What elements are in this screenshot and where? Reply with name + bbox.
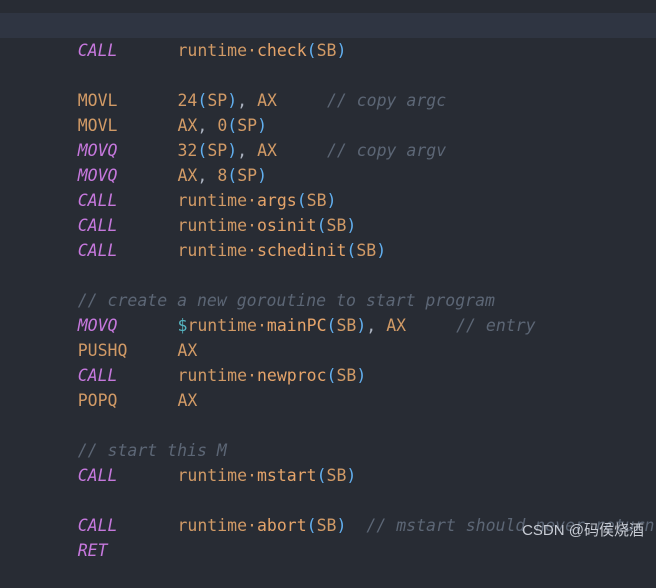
code-line[interactable]: MOVQ 32(SP), AX// copy argv: [0, 113, 656, 160]
code-line-blank[interactable]: [0, 463, 656, 488]
code-editor[interactable]: CALL runtime·check(SB) MOVL 24(SP), AX// co…: [0, 0, 656, 560]
code-line[interactable]: CALL runtime·args(SB): [0, 163, 656, 210]
code-line[interactable]: PUSHQ AX: [0, 313, 656, 360]
mnemonic-ret: RET: [77, 541, 108, 560]
code-line[interactable]: CALL runtime·abort(SB)// mstart should ne…: [0, 488, 656, 535]
code-line[interactable]: CALL runtime·mstart(SB): [0, 438, 656, 485]
code-line[interactable]: // create a new goroutine to start progr…: [0, 263, 656, 310]
code-line[interactable]: MOVL 24(SP), AX// copy argc: [0, 63, 656, 110]
csdn-watermark: CSDN @码侯烧酒: [522, 522, 644, 539]
code-line[interactable]: CALL runtime·osinit(SB): [0, 188, 656, 235]
code-line-blank[interactable]: [0, 238, 656, 263]
code-line[interactable]: MOVL AX, 0(SP): [0, 88, 656, 135]
code-line[interactable]: CALL runtime·check(SB): [0, 13, 656, 60]
code-line-blank[interactable]: [0, 38, 656, 63]
code-line-blank[interactable]: [0, 388, 656, 413]
code-line[interactable]: MOVQ $runtime·mainPC(SB), AX// entry: [0, 288, 656, 335]
code-line[interactable]: MOVQ AX, 8(SP): [0, 138, 656, 185]
code-line[interactable]: CALL runtime·newproc(SB): [0, 338, 656, 385]
code-line[interactable]: CALL runtime·schedinit(SB): [0, 213, 656, 260]
code-line[interactable]: POPQ AX: [0, 363, 656, 410]
code-line[interactable]: // start this M: [0, 413, 656, 460]
